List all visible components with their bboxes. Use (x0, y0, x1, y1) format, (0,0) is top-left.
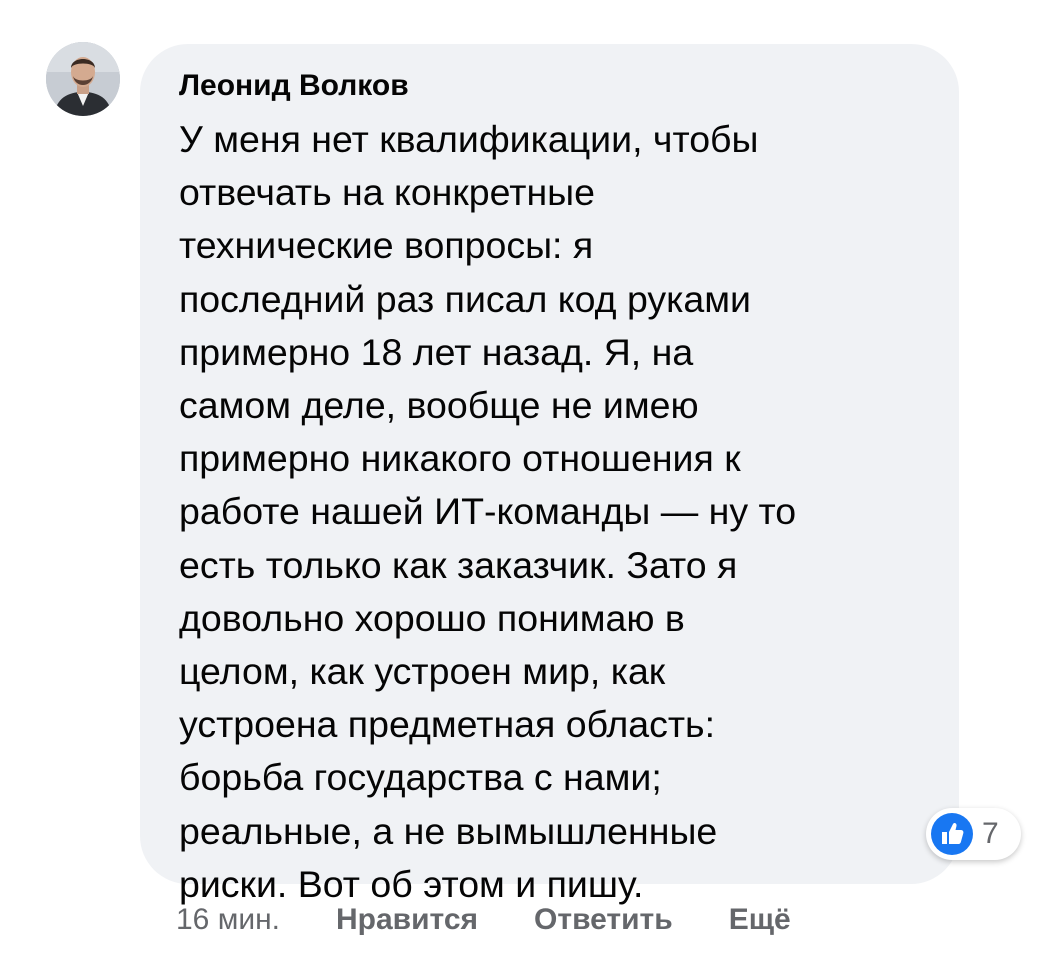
comment-text-line: работе нашей ИТ-команды — ну то (179, 490, 797, 533)
comment-timestamp[interactable]: 16 мин. (176, 903, 280, 937)
comment-text-line: отвечать на конкретные (179, 171, 595, 214)
comment-text-line: довольно хорошо понимаю в (179, 596, 685, 639)
comment-bubble: Леонид Волков У меня нет квалификации, ч… (140, 44, 959, 905)
comment-actions: 16 мин. Нравится Ответить Ещё (176, 898, 791, 942)
comment-text-line: самом деле, вообще не имею (179, 384, 699, 427)
comment-text-line: примерно никакого отношения к (179, 437, 741, 480)
comment-text-line: последний раз писал код руками (179, 277, 751, 320)
comment-text-line: устроена предметная область: (179, 703, 716, 746)
comment-text-line: реальные, а не вымышленные (179, 809, 718, 852)
reactions-badge[interactable]: 7 (926, 808, 1021, 860)
like-button[interactable]: Нравится (336, 903, 478, 937)
comment-author[interactable]: Леонид Волков (179, 68, 929, 104)
comment-text-line: У меня нет квалификации, чтобы (179, 118, 759, 160)
comment-text: У меня нет квалификации, чтобы отвечать … (179, 113, 929, 911)
comment-text-line: примерно 18 лет назад. Я, на (179, 330, 694, 373)
like-icon (931, 813, 973, 855)
reply-button[interactable]: Ответить (534, 903, 673, 937)
comment-text-line: целом, как устроен мир, как (179, 650, 666, 693)
comment-text-line: есть только как заказчик. Зато я (179, 543, 738, 586)
more-button[interactable]: Ещё (729, 903, 791, 937)
reaction-count: 7 (982, 817, 999, 850)
comment-text-line: технические вопросы: я (179, 224, 594, 267)
comment-text-line: борьба государства с нами; (179, 756, 662, 799)
author-avatar[interactable] (46, 42, 120, 116)
avatar-photo (46, 42, 120, 116)
